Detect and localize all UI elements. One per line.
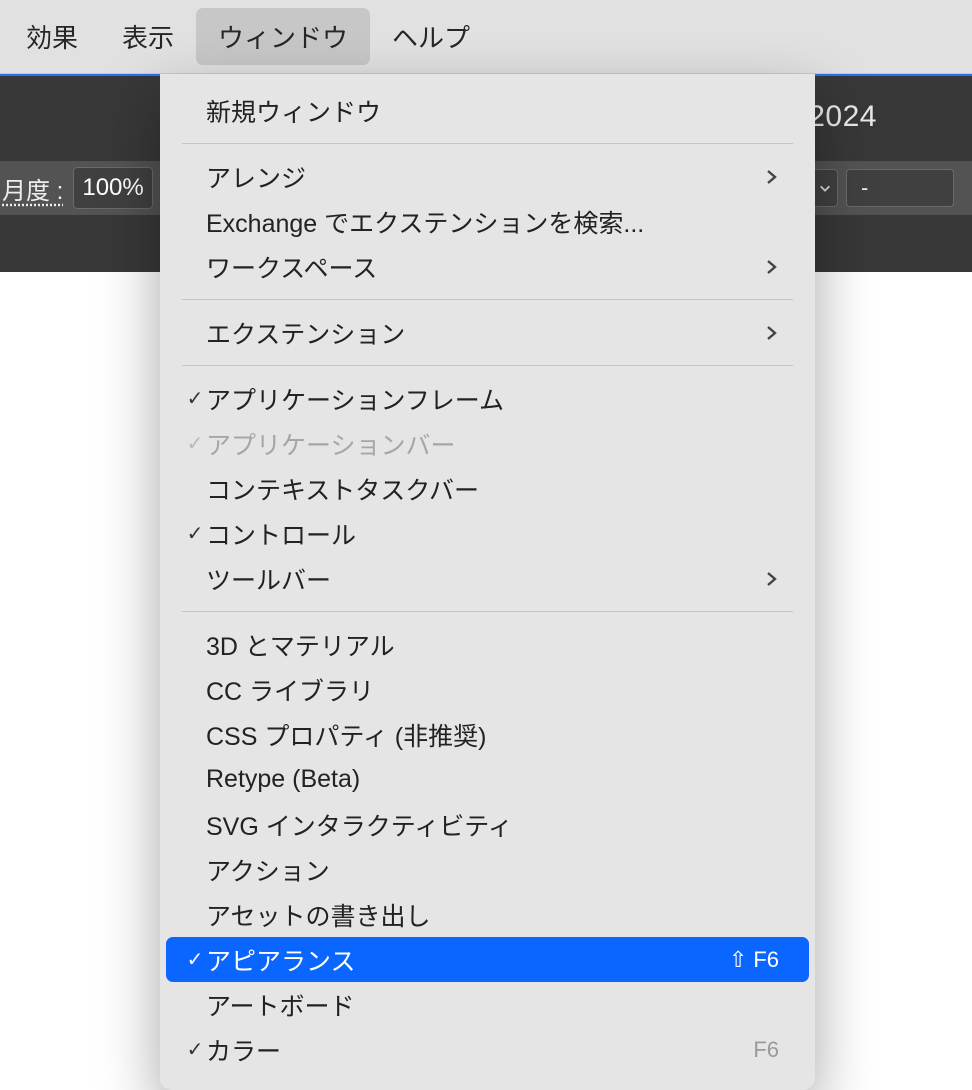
menu-item[interactable]: アレンジ [166, 154, 809, 199]
menu-item[interactable]: アセットの書き出し [166, 892, 809, 937]
menu-separator [182, 365, 793, 366]
menu-item-label: アピアランス [206, 942, 356, 978]
menu-item[interactable]: ✓アピアランス ⇧F6 [166, 937, 809, 982]
menu-item-label: SVG インタラクティビティ [206, 807, 513, 843]
menu-item-label: コントロール [206, 516, 356, 552]
menu-item-label: カラー [206, 1032, 281, 1068]
chevron-right-icon [763, 325, 779, 341]
check-icon: ✓ [184, 947, 206, 972]
chevron-right-icon [763, 571, 779, 587]
shift-icon: ⇧ [729, 947, 747, 973]
menu-item[interactable]: Retype (Beta) [166, 757, 809, 802]
menu-item[interactable]: ✓カラー F6 [166, 1027, 809, 1072]
menu-item-label: ワークスペース [206, 249, 377, 285]
check-icon: ✓ [184, 386, 206, 411]
menubar-item-window[interactable]: ウィンドウ [196, 8, 370, 65]
menu-item[interactable]: ワークスペース [166, 244, 809, 289]
shortcut-key: F6 [753, 1037, 779, 1063]
chevron-right-icon [763, 259, 779, 275]
menu-item-label: CSS プロパティ (非推奨) [206, 717, 486, 753]
app-title-fragment: 2024 [808, 100, 877, 134]
menu-item[interactable]: SVG インタラクティビティ [166, 802, 809, 847]
check-icon: ✓ [184, 431, 206, 456]
menu-item[interactable]: エクステンション [166, 310, 809, 355]
menubar-item-effect[interactable]: 効果 [4, 8, 100, 65]
shortcut-key: F6 [753, 947, 779, 973]
menu-item-label: CC ライブラリ [206, 672, 374, 708]
menu-item[interactable]: コンテキストタスクバー [166, 466, 809, 511]
menu-item: ✓アプリケーションバー [166, 421, 809, 466]
menu-item-label: Exchange でエクステンションを検索... [206, 204, 644, 240]
menu-item-label: 新規ウィンドウ [206, 93, 381, 129]
chevron-right-icon [763, 169, 779, 185]
menu-item-label: アセットの書き出し [206, 897, 431, 933]
window-menu-dropdown: 新規ウィンドウアレンジ Exchange でエクステンションを検索... ワークスペ… [160, 74, 815, 1090]
menu-item-label: アートボード [206, 987, 355, 1023]
opacity-value[interactable]: 100% [73, 167, 152, 209]
menu-item[interactable]: 新規ウィンドウ [166, 88, 809, 133]
menu-separator [182, 611, 793, 612]
right-field[interactable]: - [846, 169, 954, 207]
menu-item-label: Retype (Beta) [206, 765, 360, 794]
menu-item[interactable]: アクション [166, 847, 809, 892]
menu-item-label: エクステンション [206, 315, 405, 351]
menu-item-label: コンテキストタスクバー [206, 471, 479, 507]
menubar-item-view[interactable]: 表示 [100, 8, 196, 65]
menu-item[interactable]: Exchange でエクステンションを検索... [166, 199, 809, 244]
dropdown-toggle[interactable] [811, 169, 838, 207]
menu-item-label: アレンジ [206, 159, 306, 195]
menu-item-label: アプリケーションフレーム [206, 381, 504, 417]
menu-item[interactable]: ✓コントロール [166, 511, 809, 556]
menu-separator [182, 299, 793, 300]
menu-item-label: アクション [206, 852, 330, 888]
check-icon: ✓ [184, 521, 206, 546]
check-icon: ✓ [184, 1037, 206, 1062]
menu-item[interactable]: アートボード [166, 982, 809, 1027]
menubar: 効果 表示 ウィンドウ ヘルプ [0, 0, 972, 74]
menu-item-label: 3D とマテリアル [206, 627, 395, 663]
chevron-down-icon [818, 181, 832, 195]
menu-item[interactable]: ツールバー [166, 556, 809, 601]
menu-item[interactable]: ✓アプリケーションフレーム [166, 376, 809, 421]
menu-item[interactable]: CSS プロパティ (非推奨) [166, 712, 809, 757]
menu-shortcut: ⇧F6 [729, 947, 779, 973]
opacity-label: 月度 : [0, 171, 63, 206]
menu-item-label: アプリケーションバー [206, 426, 456, 462]
menu-item[interactable]: 3D とマテリアル [166, 622, 809, 667]
menu-item-label: ツールバー [206, 561, 331, 597]
menu-separator [182, 143, 793, 144]
menu-shortcut: F6 [753, 1037, 779, 1063]
menubar-item-help[interactable]: ヘルプ [370, 8, 492, 65]
menu-item[interactable]: CC ライブラリ [166, 667, 809, 712]
